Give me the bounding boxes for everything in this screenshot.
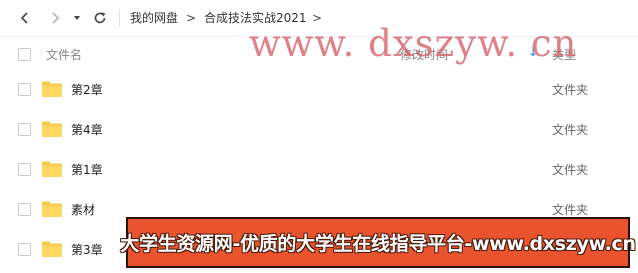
folder-icon [42, 121, 62, 137]
back-button[interactable] [14, 7, 36, 29]
folder-icon [42, 81, 62, 97]
folder-icon [42, 241, 62, 257]
file-name[interactable]: 素材 [71, 201, 95, 218]
column-header-name[interactable]: 文件名 [46, 46, 82, 63]
file-name[interactable]: 第4章 [71, 121, 103, 138]
select-all-checkbox[interactable] [18, 48, 31, 61]
breadcrumb-separator-trailing: > [312, 11, 323, 25]
breadcrumb-item-current[interactable]: 合成技法实战2021 [204, 10, 307, 26]
folder-icon [42, 161, 62, 177]
file-browser-window: 我的网盘 > 合成技法实战2021 > 文件名 修改时间 ↓ 类型 第2章 文件… [0, 0, 638, 273]
row-checkbox[interactable] [18, 163, 31, 176]
chevron-right-icon [52, 12, 60, 24]
file-name[interactable]: 第3章 [71, 241, 103, 258]
file-type: 文件夹 [552, 203, 589, 217]
history-dropdown-button[interactable] [67, 7, 87, 29]
refresh-button[interactable] [89, 7, 111, 29]
list-item[interactable]: 素材 文件夹 [0, 189, 638, 229]
row-checkbox[interactable] [18, 83, 31, 96]
file-type: 文件夹 [552, 83, 589, 97]
list-item[interactable]: 第4章 文件夹 [0, 109, 638, 149]
column-header-type[interactable]: 类型 [552, 46, 576, 63]
chevron-left-icon [20, 12, 28, 24]
list-item[interactable]: 第1章 文件夹 [0, 149, 638, 189]
folder-icon [42, 201, 62, 217]
file-type: 文件夹 [552, 163, 589, 177]
caret-down-icon [74, 16, 80, 20]
nav-divider [119, 9, 120, 27]
row-checkbox[interactable] [18, 123, 31, 136]
column-header-modified[interactable]: 修改时间 [400, 46, 448, 63]
row-checkbox[interactable] [18, 243, 31, 256]
list-item[interactable]: 第2章 文件夹 [0, 69, 638, 109]
row-checkbox[interactable] [18, 203, 31, 216]
sort-arrow-icon[interactable]: ↓ [528, 45, 538, 59]
forward-button[interactable] [44, 7, 66, 29]
breadcrumb-separator: > [186, 11, 197, 25]
list-header: 文件名 修改时间 ↓ 类型 [0, 37, 638, 69]
file-name[interactable]: 第1章 [71, 161, 103, 178]
refresh-icon [94, 12, 106, 24]
breadcrumb-item-root[interactable]: 我的网盘 [130, 10, 178, 26]
file-type: 文件夹 [552, 243, 589, 257]
list-item[interactable]: 第3章 文件夹 [0, 229, 638, 269]
file-type: 文件夹 [552, 123, 589, 137]
navigation-bar: 我的网盘 > 合成技法实战2021 > [0, 0, 638, 36]
file-name[interactable]: 第2章 [71, 81, 103, 98]
